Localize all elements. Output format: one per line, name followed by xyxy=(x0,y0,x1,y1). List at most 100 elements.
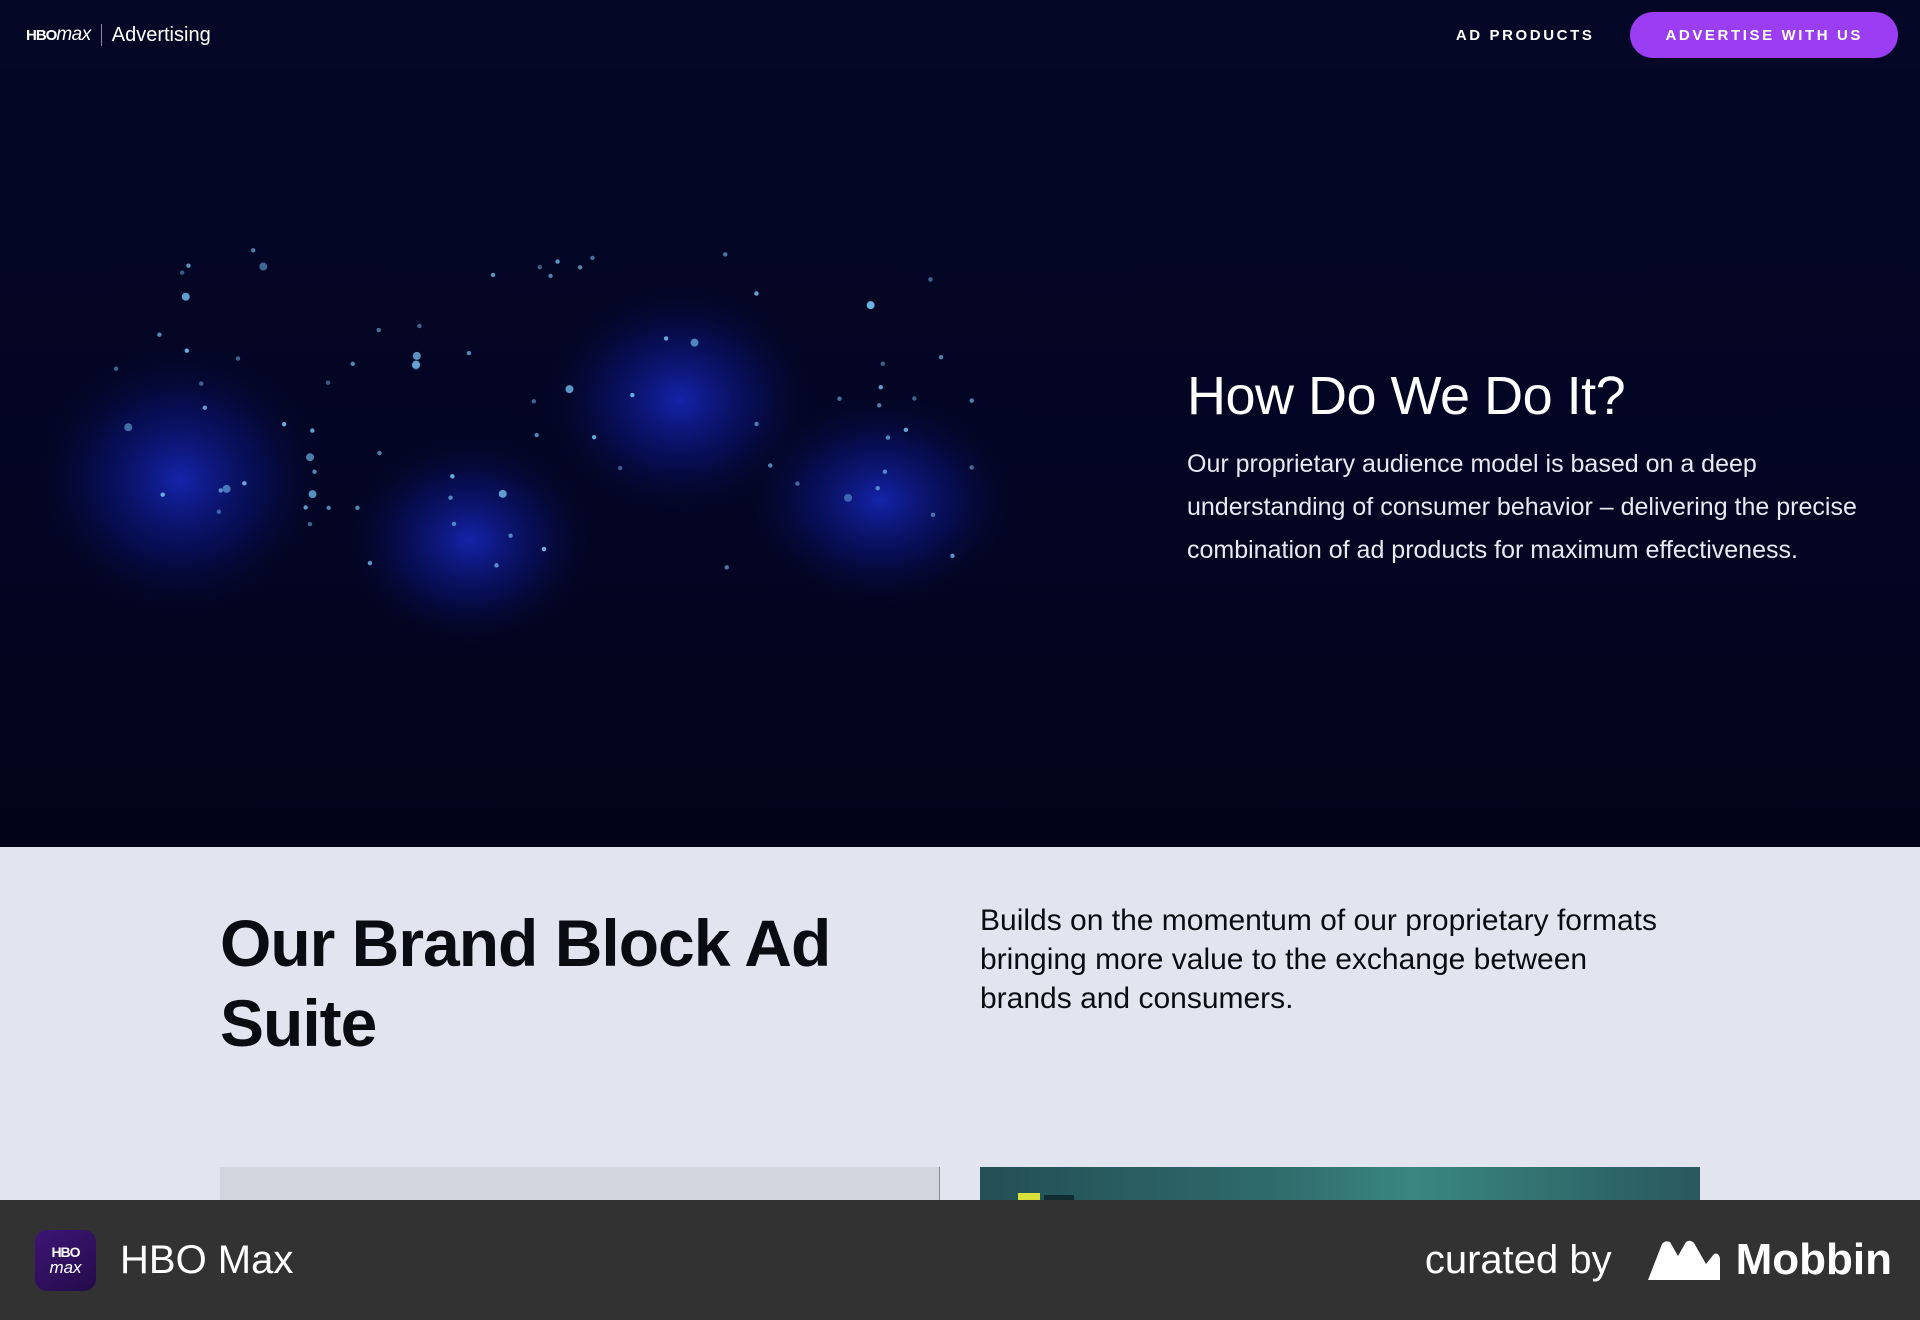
data-stem-dot xyxy=(218,488,223,493)
hero-body: Our proprietary audience model is based … xyxy=(1187,450,1857,564)
data-stem-dot xyxy=(450,474,455,479)
section-title: Our Brand Block Ad Suite xyxy=(220,906,831,1060)
data-stem-dot xyxy=(222,484,231,493)
data-stem-dot xyxy=(490,272,496,278)
data-stem-dot xyxy=(950,553,955,559)
data-stem-dot xyxy=(577,265,583,270)
data-stem-dot xyxy=(548,273,553,279)
advertise-with-us-button[interactable]: ADVERTISE WITH US xyxy=(1630,12,1898,58)
top-nav: HBOmax Advertising AD PRODUCTS ADVERTISE… xyxy=(0,0,1920,70)
data-stem-dot xyxy=(412,351,421,360)
data-stem-dot xyxy=(259,262,268,271)
data-stem-dot xyxy=(377,450,382,456)
data-stem-dot xyxy=(451,521,457,527)
data-stem-dot xyxy=(844,493,853,502)
data-stem-dot xyxy=(969,465,974,470)
data-stem-dot xyxy=(376,327,381,333)
data-stem-dot xyxy=(795,481,800,486)
data-stem-dot xyxy=(448,495,453,500)
data-stem-dot xyxy=(325,380,331,385)
data-stem-dot xyxy=(181,292,190,301)
data-stem-dot xyxy=(969,398,974,403)
hbo-max-logo: HBOmax xyxy=(26,24,91,46)
data-stem-dot xyxy=(866,301,875,310)
mobbin-logo[interactable]: Mobbin xyxy=(1647,1235,1892,1285)
data-stem-dot xyxy=(179,270,185,275)
hero-title: How Do We Do It? xyxy=(1187,366,1626,426)
mobbin-footer: HBO max HBO Max curated by Mobbin xyxy=(0,1200,1920,1320)
data-stem-dot xyxy=(310,428,315,433)
nav-link-ad-products[interactable]: AD PRODUCTS xyxy=(1456,27,1595,44)
app-icon-max: max xyxy=(49,1258,82,1277)
ad-preview-card-left xyxy=(220,1167,940,1200)
ad-preview-card-right xyxy=(980,1167,1700,1200)
data-stem-dot xyxy=(417,323,422,329)
logo-max: max xyxy=(56,24,91,45)
data-stem-dot xyxy=(690,338,699,347)
data-stem-dot xyxy=(880,361,886,366)
mobbin-mark-icon xyxy=(1647,1240,1720,1280)
curated-by: curated by Mobbin xyxy=(1425,1235,1892,1285)
data-stem-dot xyxy=(355,505,360,511)
data-stem-dot xyxy=(235,356,241,361)
data-stem-dot xyxy=(663,336,669,341)
data-stem-dot xyxy=(303,505,308,510)
data-stem-dot xyxy=(938,355,944,360)
data-stem-dot xyxy=(508,533,513,538)
data-stem-dot xyxy=(124,423,133,432)
data-stem-dot xyxy=(498,489,507,498)
data-stem-dot xyxy=(160,492,165,497)
data-stem-dot xyxy=(754,421,759,427)
data-stem-dot xyxy=(412,360,421,369)
mobbin-wordmark: Mobbin xyxy=(1735,1235,1892,1284)
data-stem-dot xyxy=(591,434,597,440)
data-stem-dot xyxy=(875,486,880,491)
data-stem-dot xyxy=(912,396,917,401)
data-stem-dot xyxy=(724,565,729,570)
glow-clouds xyxy=(30,280,1020,650)
hero-text-block: How Do We Do It? Our proprietary audienc… xyxy=(1187,365,1867,572)
data-stem-dot xyxy=(928,277,933,282)
data-stem-dot xyxy=(537,264,542,270)
section-body: Builds on the momentum of our proprietar… xyxy=(980,904,1657,1015)
data-stem-dot xyxy=(202,405,208,410)
data-stem-dot xyxy=(555,259,560,264)
app-name: HBO Max xyxy=(120,1237,294,1282)
data-stem-dot xyxy=(768,463,773,468)
audience-visualization xyxy=(30,248,1020,826)
data-stem-dot xyxy=(754,291,759,296)
data-stem-dot xyxy=(723,252,728,257)
data-stem-dot xyxy=(837,396,842,401)
brand-advertising-label: Advertising xyxy=(111,23,211,46)
data-stem-dot xyxy=(630,392,635,398)
brand-block-section: Our Brand Block Ad Suite Builds on the m… xyxy=(0,847,1920,1200)
data-stem-dot xyxy=(250,248,256,253)
data-stem-dot xyxy=(565,385,574,394)
hero-section: How Do We Do It? Our proprietary audienc… xyxy=(0,70,1920,847)
data-stem-dot xyxy=(306,453,315,462)
data-stem-dot xyxy=(157,332,162,337)
hbo-max-app-icon: HBO max xyxy=(35,1229,96,1291)
data-stem-dot xyxy=(541,546,547,552)
data-stem-dot xyxy=(186,263,191,268)
brand-divider xyxy=(100,24,102,46)
data-stem-dot xyxy=(882,469,888,474)
brand-link[interactable]: HBOmax Advertising xyxy=(26,24,211,47)
data-stem-dot xyxy=(350,361,355,367)
data-stem-dot xyxy=(367,560,373,566)
data-stem-dot xyxy=(326,505,331,511)
data-stem-dot xyxy=(184,348,190,353)
data-stem-dot xyxy=(113,366,119,371)
data-stem-dot xyxy=(494,563,499,568)
data-stem-dot xyxy=(199,381,204,386)
data-stem-dot xyxy=(903,427,909,433)
data-stem-dot xyxy=(242,481,247,486)
data-stem-dot xyxy=(281,421,287,427)
data-stem-dot xyxy=(466,350,472,356)
card-thumbnail-chip xyxy=(1018,1193,1040,1200)
data-stem-dot xyxy=(590,255,595,261)
data-stem-dot xyxy=(885,435,891,440)
data-stem-dot xyxy=(930,512,936,518)
data-stem-dot xyxy=(534,432,539,438)
curated-by-label: curated by xyxy=(1424,1237,1612,1282)
